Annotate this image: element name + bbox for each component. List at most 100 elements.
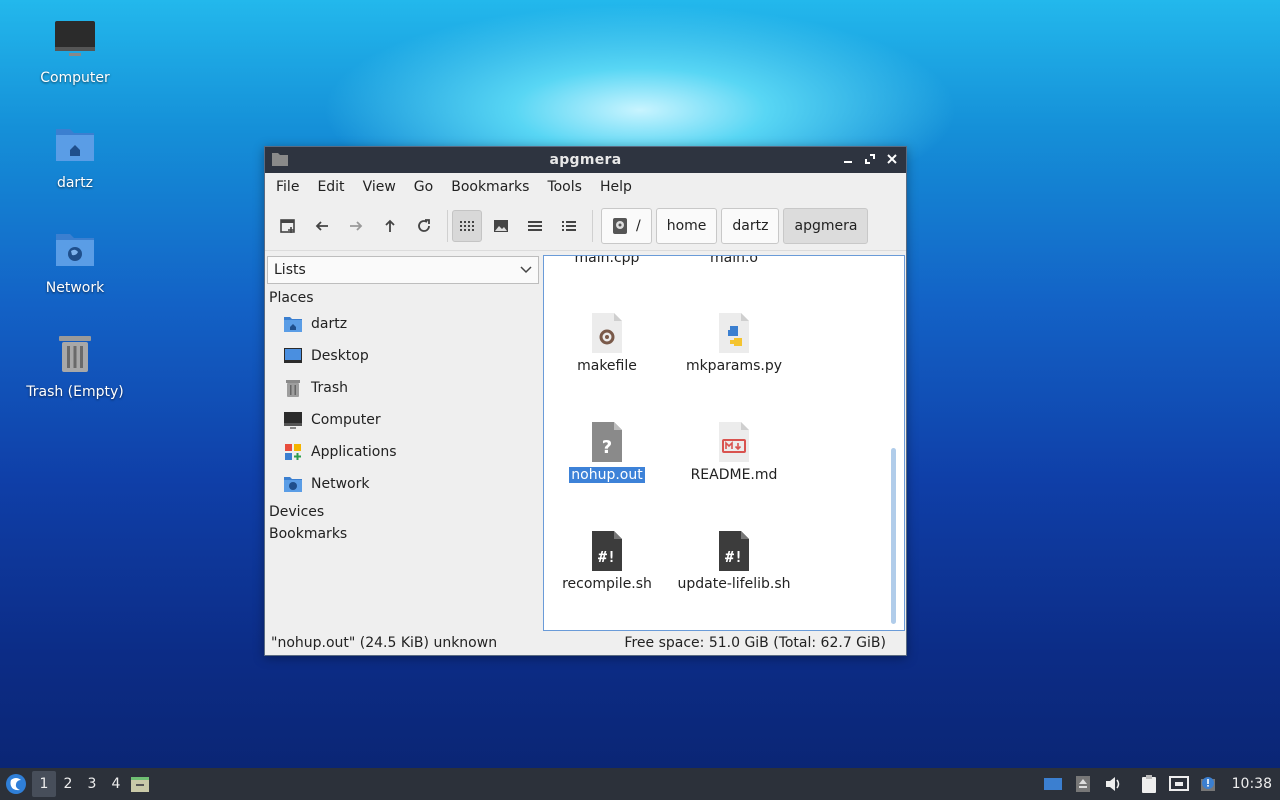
file-name: README.md — [690, 467, 778, 483]
menu-bookmarks[interactable]: Bookmarks — [444, 179, 536, 195]
sidebar-item-applications[interactable]: Applications — [265, 436, 541, 468]
eject-button[interactable] — [1072, 774, 1094, 794]
file-item[interactable]: main.o — [674, 256, 794, 266]
network-status-button[interactable] — [1168, 774, 1190, 794]
menu-go[interactable]: Go — [407, 179, 440, 195]
icon-view-button[interactable] — [452, 209, 482, 242]
sidebar-item-label: Network — [311, 476, 370, 492]
file-name: mkparams.py — [685, 358, 783, 374]
free-space-info: Free space: 51.0 GiB (Total: 62.7 GiB) — [624, 635, 886, 651]
sidebar-item-trash[interactable]: Trash — [265, 372, 541, 404]
file-item-selected[interactable]: ? nohup.out — [547, 421, 667, 483]
sidebar-item-dartz[interactable]: dartz — [265, 308, 541, 340]
breadcrumb-apgmera[interactable]: apgmera — [783, 207, 869, 244]
window-title: apgmera — [549, 152, 622, 168]
unknown-file-icon: ? — [592, 422, 622, 462]
clock[interactable]: 10:38 — [1232, 776, 1272, 792]
workspace-1[interactable]: 1 — [32, 771, 56, 797]
file-name: recompile.sh — [562, 576, 652, 592]
workspace-4[interactable]: 4 — [104, 771, 128, 797]
forward-button[interactable] — [341, 210, 371, 242]
file-item[interactable]: #! recompile.sh — [547, 530, 667, 592]
menu-help[interactable]: Help — [593, 179, 639, 195]
breadcrumb-dartz[interactable]: dartz — [721, 207, 780, 244]
sidebar-item-network[interactable]: Network — [265, 468, 541, 500]
computer-icon — [55, 21, 95, 56]
thumbnail-view-button[interactable] — [486, 210, 516, 242]
reload-button[interactable] — [409, 210, 439, 242]
arrow-left-icon — [315, 220, 328, 231]
file-manager-icon — [131, 777, 149, 792]
eject-icon — [1075, 776, 1090, 792]
bookmarks-header[interactable]: Bookmarks — [265, 522, 541, 544]
file-item[interactable]: main.cpp — [547, 255, 667, 266]
reload-icon — [418, 218, 430, 232]
shell-script-icon: #! — [719, 531, 749, 571]
svg-text:#!: #! — [725, 548, 743, 566]
start-menu-button[interactable] — [0, 768, 32, 800]
toolbar: / home dartz apgmera — [265, 201, 906, 251]
sidebar-item-computer[interactable]: Computer — [265, 404, 541, 436]
file-item[interactable]: mkparams.py — [674, 312, 794, 374]
selection-info: "nohup.out" (24.5 KiB) unknown — [271, 635, 498, 651]
breadcrumb-home[interactable]: home — [655, 207, 718, 244]
sidebar-item-label: Computer — [311, 412, 381, 428]
minimize-button[interactable] — [840, 151, 856, 167]
places-header[interactable]: Places — [265, 284, 541, 308]
close-icon — [887, 154, 897, 164]
up-button[interactable] — [375, 210, 405, 242]
detailed-view-button[interactable] — [554, 210, 584, 242]
desktop-icon-network[interactable]: Network — [20, 228, 130, 296]
clipboard-button[interactable] — [1138, 774, 1160, 794]
file-name: main.cpp — [574, 255, 640, 266]
markdown-icon — [719, 422, 749, 462]
desktop-icon-label: Trash (Empty) — [26, 384, 124, 400]
desktop-icon-trash[interactable]: Trash (Empty) — [20, 332, 130, 400]
menu-edit[interactable]: Edit — [310, 179, 351, 195]
python-icon — [719, 313, 749, 353]
file-item[interactable]: README.md — [674, 421, 794, 483]
devices-header[interactable]: Devices — [265, 500, 541, 522]
file-item[interactable]: makefile — [547, 312, 667, 374]
trash-icon — [59, 336, 91, 372]
scrollbar-thumb[interactable] — [891, 448, 896, 624]
menu-tools[interactable]: Tools — [540, 179, 589, 195]
list-compact-icon — [528, 220, 542, 231]
breadcrumb-label: / — [636, 217, 641, 234]
desktop-icon-dartz[interactable]: dartz — [20, 123, 130, 191]
breadcrumb-root[interactable]: / — [601, 207, 652, 244]
close-button[interactable] — [884, 151, 900, 167]
workspace-2[interactable]: 2 — [56, 771, 80, 797]
network-folder-icon — [284, 477, 302, 492]
back-button[interactable] — [307, 210, 337, 242]
toolbar-separator — [447, 209, 448, 242]
show-desktop-button[interactable] — [1042, 774, 1064, 794]
taskbar-window-file-manager[interactable] — [128, 771, 152, 797]
trash-icon — [286, 380, 300, 397]
desktop-icon-computer[interactable]: Computer — [20, 18, 130, 86]
new-tab-button[interactable] — [273, 210, 303, 242]
menu-file[interactable]: File — [269, 179, 306, 195]
maximize-button[interactable] — [862, 151, 878, 167]
desktop-icon-label: dartz — [56, 175, 94, 191]
compact-view-button[interactable] — [520, 210, 550, 242]
statusbar: "nohup.out" (24.5 KiB) unknown Free spac… — [265, 631, 906, 655]
drive-icon — [613, 217, 627, 234]
update-notifier-button[interactable] — [1198, 774, 1220, 794]
sidebar-item-label: Trash — [311, 380, 348, 396]
sidebar-item-desktop[interactable]: Desktop — [265, 340, 541, 372]
file-view[interactable]: main.cpp main.o makefile mkparams.py ? n… — [543, 255, 905, 631]
file-name: nohup.out — [569, 467, 645, 483]
maximize-icon — [865, 154, 875, 164]
applications-icon — [285, 444, 301, 460]
svg-text:#!: #! — [598, 548, 616, 566]
network-folder-icon — [56, 234, 94, 266]
sidebar-item-label: Applications — [311, 444, 397, 460]
file-item[interactable]: #! update-lifelib.sh — [674, 530, 794, 592]
volume-button[interactable] — [1102, 774, 1124, 794]
workspace-3[interactable]: 3 — [80, 771, 104, 797]
menu-view[interactable]: View — [356, 179, 403, 195]
titlebar[interactable]: apgmera — [265, 147, 906, 173]
sidebar-mode-select[interactable]: Lists — [267, 256, 539, 284]
desktop-icon-label: Network — [45, 280, 105, 296]
